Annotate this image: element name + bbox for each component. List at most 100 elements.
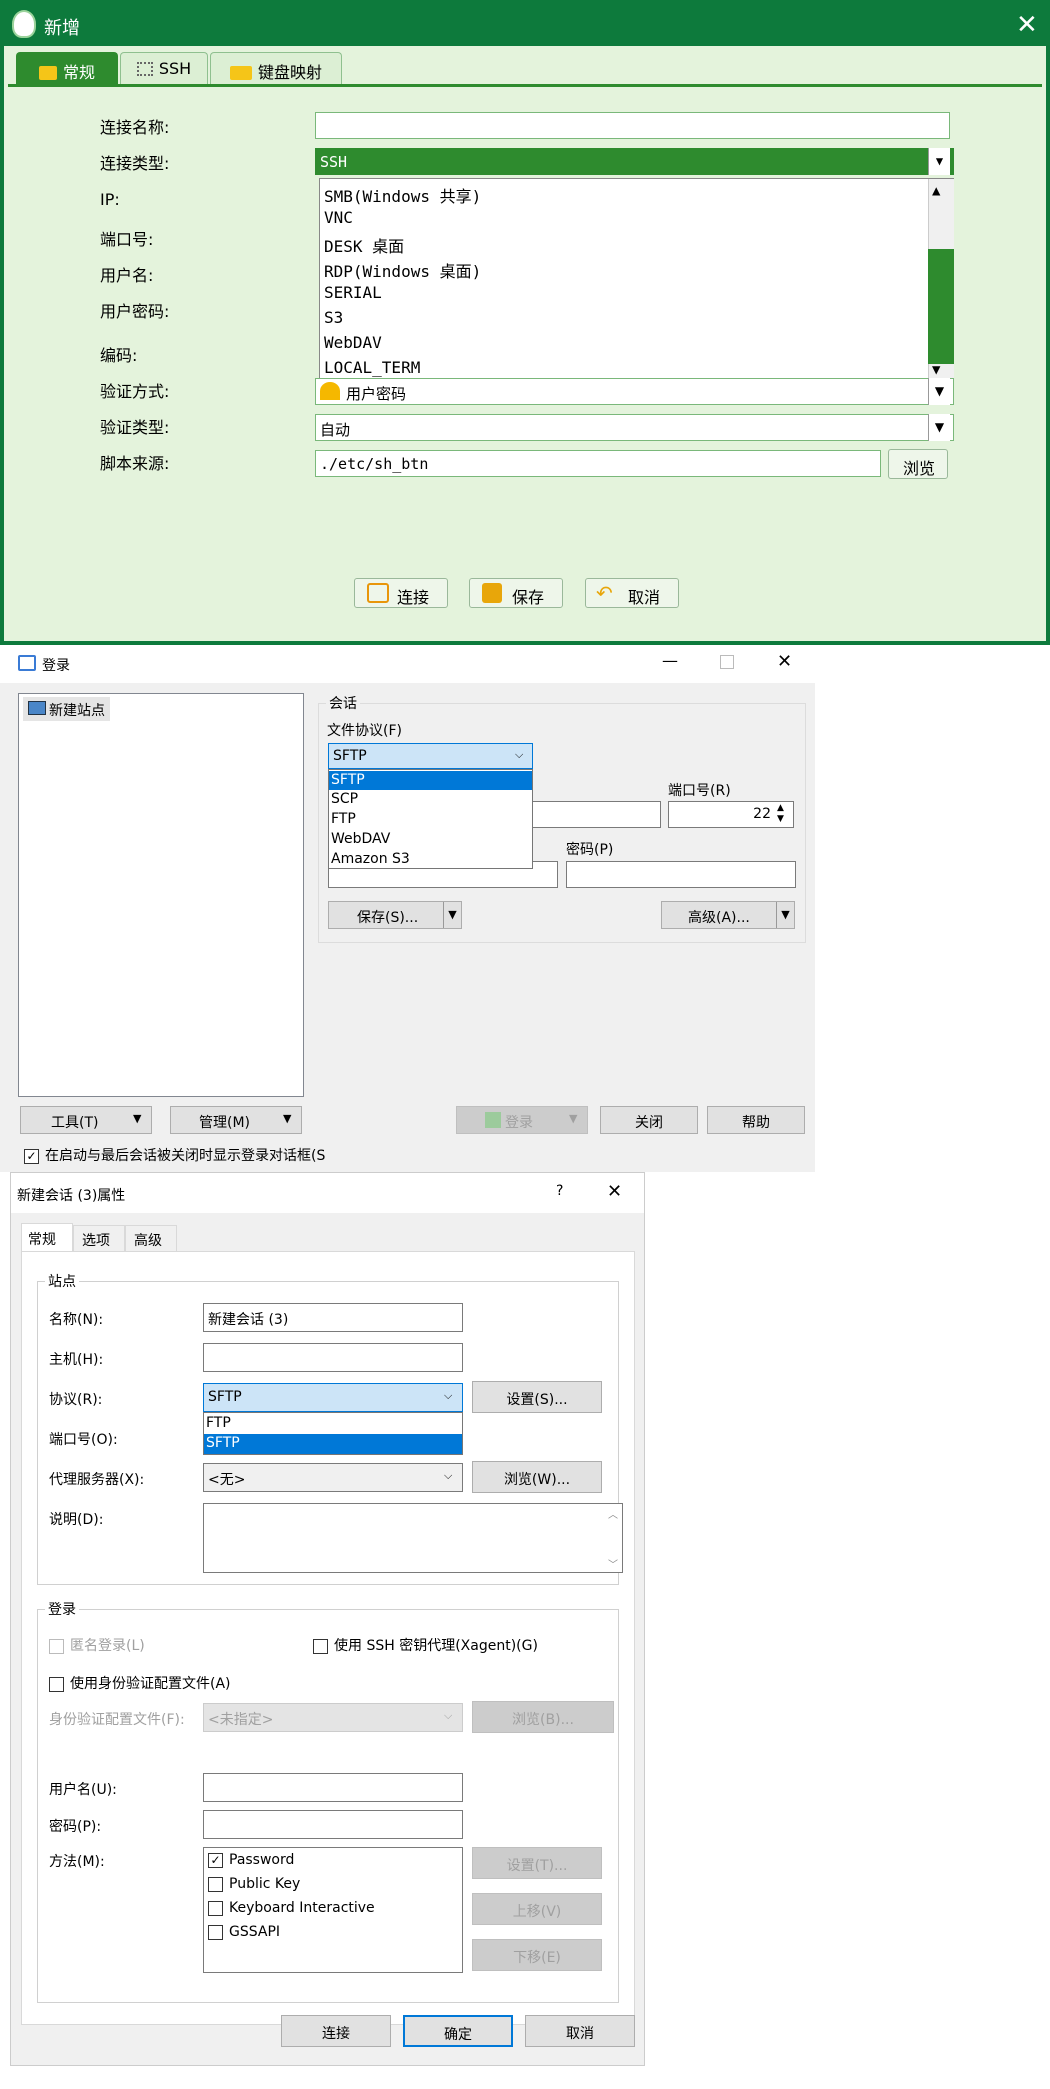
close-icon[interactable]: ✕ <box>1016 10 1038 40</box>
cancel-button[interactable]: ↶ 取消 <box>585 578 679 608</box>
tab-general[interactable]: 常规 <box>21 1223 73 1251</box>
tab-advanced[interactable]: 高级 <box>125 1225 177 1251</box>
use-auth-profile-checkbox[interactable]: 使用身份验证配置文件(A) <box>49 1673 231 1693</box>
tab-keymap[interactable]: 键盘映射 <box>210 52 342 84</box>
login-icon <box>485 1112 501 1128</box>
dropdown-option[interactable]: S3 <box>324 308 343 333</box>
spinner-icon[interactable]: ▲ ▼ <box>777 803 784 825</box>
cancel-button[interactable]: 取消 <box>525 2015 635 2047</box>
close-icon[interactable]: ✕ <box>607 1181 622 1202</box>
auth-profile-select[interactable]: <未指定> ⌵ <box>203 1703 463 1732</box>
tab-general[interactable]: 常规 <box>16 52 118 84</box>
scroll-up-icon[interactable]: ︿ <box>608 1506 618 1521</box>
scroll-down-icon[interactable]: ▼ <box>932 362 940 378</box>
browse-button[interactable]: 浏览 <box>888 449 948 479</box>
dropdown-option[interactable]: SMB(Windows 共享) <box>324 183 481 208</box>
dropdown-option[interactable]: SCP <box>331 791 358 807</box>
advanced-button[interactable]: 高级(A)... ▼ <box>661 901 795 929</box>
settings-button[interactable]: 设置(S)... <box>472 1381 602 1413</box>
chevron-down-icon: ⌵ <box>444 1709 453 1722</box>
user-icon <box>320 382 340 400</box>
login-button[interactable]: 登录 ▼ <box>456 1106 588 1134</box>
connect-button[interactable]: 连接 <box>281 2015 391 2047</box>
script-source-input[interactable]: ./etc/sh_btn <box>315 450 881 477</box>
checkbox-box <box>208 1900 223 1916</box>
move-up-button[interactable]: 上移(V) <box>472 1893 602 1925</box>
scroll-thumb[interactable] <box>928 249 954 364</box>
dropdown-option[interactable]: FTP <box>331 811 356 827</box>
protocol-select[interactable]: SFTP ⌵ <box>203 1383 463 1412</box>
tools-button[interactable]: 工具(T) ▼ <box>20 1106 152 1134</box>
host-input[interactable] <box>203 1343 463 1372</box>
chevron-down-icon[interactable]: ▼ <box>928 414 950 441</box>
dropdown-option[interactable]: SERIAL <box>324 283 382 308</box>
conn-name-input[interactable] <box>315 112 950 139</box>
username-input[interactable] <box>203 1773 463 1802</box>
window-title: 登录 <box>42 658 70 674</box>
description-textarea[interactable]: ︿ ﹀ <box>203 1503 623 1573</box>
site-tree[interactable]: 新建站点 <box>18 693 304 1097</box>
proxy-select[interactable]: <无> ⌵ <box>203 1463 463 1492</box>
help-button[interactable]: 帮助 <box>707 1106 805 1134</box>
protocol-select[interactable]: SFTP ⌵ <box>328 743 533 769</box>
method-label-text: Public Key <box>229 1876 301 1892</box>
script-source-label: 脚本来源: <box>100 454 170 473</box>
auth-method-select[interactable]: 用户密码 ▼ <box>315 378 954 405</box>
move-down-button[interactable]: 下移(E) <box>472 1939 602 1971</box>
close-icon[interactable]: ✕ <box>777 651 792 672</box>
method-settings-button[interactable]: 设置(T)... <box>472 1847 602 1879</box>
show-login-checkbox[interactable]: ✓ 在启动与最后会话被关闭时显示登录对话框(S <box>24 1145 325 1165</box>
minimize-icon[interactable]: — <box>662 651 678 670</box>
dropdown-option[interactable]: RDP(Windows 桌面) <box>324 258 481 283</box>
dropdown-arrow-icon[interactable]: ▼ <box>776 902 794 928</box>
save-button[interactable]: 保存 <box>469 578 563 608</box>
conn-type-label: 连接类型: <box>100 154 170 173</box>
auth-type-value: 自动 <box>320 421 351 439</box>
auth-type-label: 验证类型: <box>100 418 170 437</box>
method-label-text: GSSAPI <box>229 1924 281 1940</box>
method-item[interactable]: Keyboard Interactive <box>208 1900 375 1916</box>
password-input[interactable] <box>566 861 796 888</box>
cancel-label: 取消 <box>628 588 661 607</box>
dropdown-option[interactable]: WebDAV <box>324 333 382 358</box>
close-button[interactable]: 关闭 <box>600 1106 698 1134</box>
dropdown-option-selected[interactable]: SFTP <box>204 1434 462 1454</box>
tab-ssh[interactable]: SSH <box>120 52 208 84</box>
dropdown-option[interactable]: FTP <box>206 1415 231 1431</box>
name-input[interactable]: 新建会话 (3) <box>203 1303 463 1332</box>
connect-button[interactable]: 连接 <box>354 578 448 608</box>
save-button[interactable]: 保存(S)... ▼ <box>328 901 462 929</box>
password-input[interactable] <box>203 1810 463 1839</box>
tree-item-new-site[interactable]: 新建站点 <box>23 697 110 721</box>
dropdown-option[interactable]: DESK 桌面 <box>324 233 404 258</box>
help-icon[interactable]: ? <box>556 1183 563 1199</box>
folder-icon <box>38 66 57 80</box>
method-item[interactable]: GSSAPI <box>208 1924 280 1940</box>
tab-general-label: 常规 <box>62 63 95 82</box>
method-item[interactable]: ✓ Password <box>208 1852 294 1868</box>
proxy-browse-button[interactable]: 浏览(W)... <box>472 1461 602 1493</box>
scroll-down-icon[interactable]: ﹀ <box>608 1556 618 1571</box>
dropdown-arrow-icon[interactable]: ▼ <box>443 902 461 928</box>
ssh-agent-checkbox[interactable]: 使用 SSH 密钥代理(Xagent)(G) <box>313 1635 538 1655</box>
scroll-up-icon[interactable]: ▲ <box>932 183 940 199</box>
dropdown-option-selected[interactable]: SFTP <box>329 771 532 790</box>
tab-options[interactable]: 选项 <box>73 1225 125 1251</box>
dropdown-option[interactable]: Amazon S3 <box>331 851 410 867</box>
tools-label: 工具(T) <box>51 1115 99 1131</box>
conn-name-label: 连接名称: <box>100 118 170 137</box>
chevron-down-icon[interactable]: ▼ <box>928 148 950 175</box>
chevron-down-icon[interactable]: ▼ <box>928 378 950 405</box>
tree-item-label: 新建站点 <box>49 703 105 719</box>
port-input[interactable]: 22 <box>668 801 794 828</box>
maximize-icon[interactable] <box>720 655 734 669</box>
auth-type-select[interactable]: 自动 ▼ <box>315 414 954 441</box>
auth-profile-browse-button[interactable]: 浏览(B)... <box>472 1701 614 1733</box>
ok-button[interactable]: 确定 <box>403 2015 513 2047</box>
method-item[interactable]: Public Key <box>208 1876 300 1892</box>
manage-button[interactable]: 管理(M) ▼ <box>170 1106 302 1134</box>
anonymous-login-checkbox[interactable]: 匿名登录(L) <box>49 1635 145 1655</box>
conn-type-select[interactable]: SSH ▼ <box>315 148 954 175</box>
dropdown-option[interactable]: WebDAV <box>331 831 390 847</box>
dropdown-option[interactable]: VNC <box>324 208 353 233</box>
